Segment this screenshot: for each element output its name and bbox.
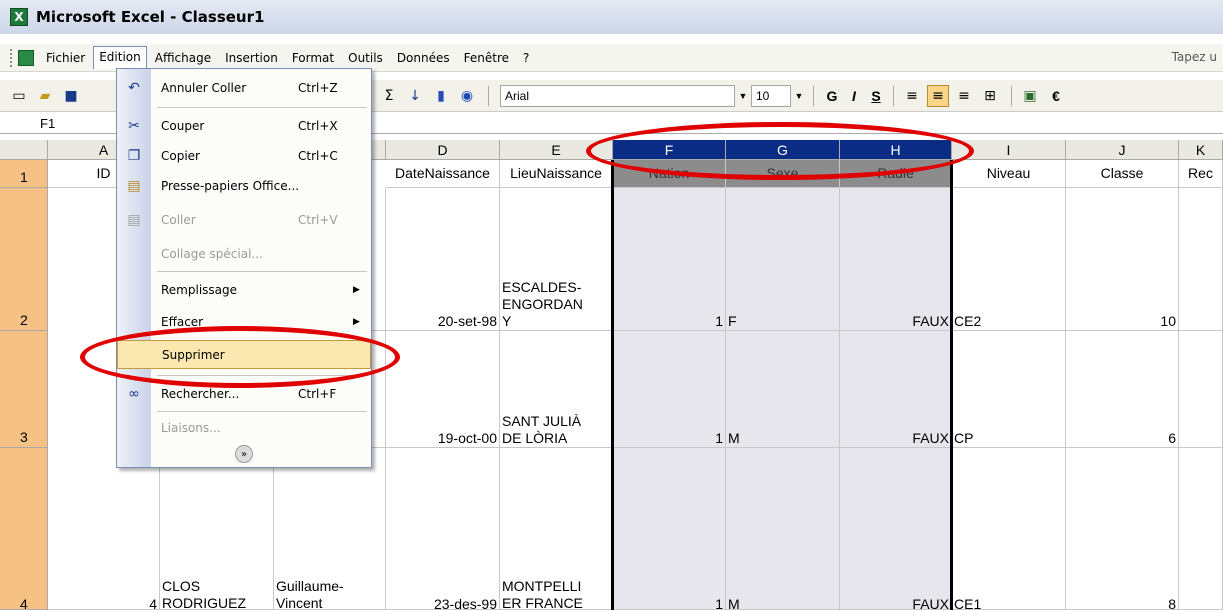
submenu-arrow-icon: ▶	[353, 284, 360, 295]
align-left-icon[interactable]: ≡	[901, 85, 923, 107]
cell-e4[interactable]: MONTPELLI ER FRANCE	[500, 448, 613, 610]
chart-icon[interactable]: ▮	[430, 85, 452, 107]
menu-item-paste-special[interactable]: Collage spécial...	[117, 239, 371, 268]
menu-item-paste[interactable]: ▤ Coller Ctrl+V	[117, 205, 371, 234]
menu-edition[interactable]: Edition	[93, 46, 147, 69]
align-right-icon[interactable]: ≡	[953, 85, 975, 107]
menu-insertion[interactable]: Insertion	[219, 47, 284, 69]
cell-e3[interactable]: SANT JULIÀ DE LÒRIA	[500, 331, 613, 448]
cell-k2[interactable]	[1179, 188, 1223, 331]
cell-k1[interactable]: Rec	[1179, 160, 1223, 188]
grip-icon	[10, 48, 14, 67]
bold-button[interactable]: G	[821, 85, 843, 107]
cell-d1[interactable]: DateNaissance	[386, 160, 500, 188]
row-header-4[interactable]: 4	[0, 448, 48, 610]
expand-menu-chevron-icon[interactable]: »	[235, 445, 253, 463]
row-header-3[interactable]: 3	[0, 331, 48, 448]
selection-border-right	[950, 160, 953, 610]
cell-j3[interactable]: 6	[1066, 331, 1179, 448]
cell-h2[interactable]: FAUX	[840, 188, 952, 331]
euro-button[interactable]: €	[1045, 85, 1067, 107]
cell-e2[interactable]: ESCALDES- ENGORDAN Y	[500, 188, 613, 331]
font-size-dropdown-icon[interactable]: ▼	[791, 85, 807, 107]
help-icon[interactable]: ◉	[456, 85, 478, 107]
excel-logo-icon: X	[10, 8, 28, 26]
align-center-icon[interactable]: ≡	[927, 84, 949, 107]
submenu-arrow-icon: ▶	[353, 316, 360, 327]
cell-d4[interactable]: 23-des-99	[386, 448, 500, 610]
workbook-icon[interactable]	[18, 49, 34, 66]
window-title: Microsoft Excel - Classeur1	[36, 8, 265, 26]
menu-help[interactable]: ?	[517, 47, 535, 69]
col-header-d[interactable]: D	[386, 140, 500, 160]
menu-affichage[interactable]: Affichage	[149, 47, 217, 69]
menu-item-cut[interactable]: ✂ Couper Ctrl+X	[117, 111, 371, 140]
selection-border-left	[611, 160, 614, 610]
cell-k3[interactable]	[1179, 331, 1223, 448]
menu-fenetre[interactable]: Fenêtre	[458, 47, 515, 69]
row-header-2[interactable]: 2	[0, 188, 48, 331]
cell-g4[interactable]: M	[726, 448, 840, 610]
scissors-icon: ✂	[128, 117, 140, 134]
sort-ascending-icon[interactable]: ↓	[404, 85, 426, 107]
copy-icon: ❐	[127, 147, 141, 164]
paste-icon: ▤	[127, 211, 141, 228]
col-header-j[interactable]: J	[1066, 140, 1179, 160]
title-bar: X Microsoft Excel - Classeur1	[0, 0, 1223, 34]
cell-f3[interactable]: 1	[613, 331, 726, 448]
menu-donnees[interactable]: Données	[391, 47, 456, 69]
cell-i3[interactable]: CP	[952, 331, 1066, 448]
menu-item-links[interactable]: Liaisons...	[117, 413, 371, 442]
menu-outils[interactable]: Outils	[342, 47, 389, 69]
row-header-1[interactable]: 1	[0, 160, 48, 188]
cell-e1[interactable]: LieuNaissance	[500, 160, 613, 188]
currency-style-icon[interactable]: ▣	[1019, 85, 1041, 107]
cell-g2[interactable]: F	[726, 188, 840, 331]
cell-i1[interactable]: Niveau	[952, 160, 1066, 188]
cell-a4[interactable]: 4	[48, 448, 160, 610]
cell-h4[interactable]: FAUX	[840, 448, 952, 610]
undo-icon: ↶	[128, 79, 140, 96]
menu-fichier[interactable]: Fichier	[40, 47, 91, 69]
font-name-select[interactable]: Arial	[500, 84, 735, 107]
cell-j2[interactable]: 10	[1066, 188, 1179, 331]
help-search-input[interactable]: Tapez u	[1172, 50, 1217, 64]
cell-i2[interactable]: CE2	[952, 188, 1066, 331]
font-name-dropdown-icon[interactable]: ▼	[735, 85, 751, 107]
cell-f2[interactable]: 1	[613, 188, 726, 331]
name-box[interactable]: F1	[40, 116, 110, 131]
select-all-corner[interactable]	[0, 140, 48, 160]
menu-format[interactable]: Format	[286, 47, 340, 69]
annotation-ellipse-columns	[586, 122, 974, 180]
merge-center-icon[interactable]: ⊞	[979, 85, 1001, 107]
col-header-k[interactable]: K	[1179, 140, 1223, 160]
annotation-ellipse-delete	[80, 326, 400, 388]
cell-d3[interactable]: 19-oct-00	[386, 331, 500, 448]
italic-button[interactable]: I	[843, 85, 865, 107]
cell-h3[interactable]: FAUX	[840, 331, 952, 448]
cell-k4[interactable]	[1179, 448, 1223, 610]
cell-j4[interactable]: 8	[1066, 448, 1179, 610]
cell-f4[interactable]: 1	[613, 448, 726, 610]
cell-b4[interactable]: CLOS RODRIGUEZ	[160, 448, 274, 610]
menu-item-undo[interactable]: ↶ Annuler Coller Ctrl+Z	[117, 73, 371, 102]
clipboard-icon: ▤	[127, 177, 141, 194]
binoculars-icon: ∞	[128, 385, 140, 402]
cell-d2[interactable]: 20-set-98	[386, 188, 500, 331]
cell-c4[interactable]: Guillaume- Vincent	[274, 448, 386, 610]
font-size-select[interactable]: 10	[751, 84, 791, 107]
underline-button[interactable]: S	[865, 85, 887, 107]
edit-menu-dropdown: ↶ Annuler Coller Ctrl+Z ✂ Couper Ctrl+X …	[116, 68, 372, 468]
save-icon[interactable]: ■	[60, 85, 82, 107]
open-folder-icon[interactable]: ▰	[34, 85, 56, 107]
menu-item-office-clipboard[interactable]: ▤ Presse-papiers Office...	[117, 171, 371, 200]
cell-g3[interactable]: M	[726, 331, 840, 448]
menu-item-copy[interactable]: ❐ Copier Ctrl+C	[117, 141, 371, 170]
menu-item-fill[interactable]: Remplissage ▶	[117, 275, 371, 304]
new-document-icon[interactable]: ▭	[8, 85, 30, 107]
cell-i4[interactable]: CE1	[952, 448, 1066, 610]
cell-j1[interactable]: Classe	[1066, 160, 1179, 188]
autosum-icon[interactable]: Σ	[378, 85, 400, 107]
